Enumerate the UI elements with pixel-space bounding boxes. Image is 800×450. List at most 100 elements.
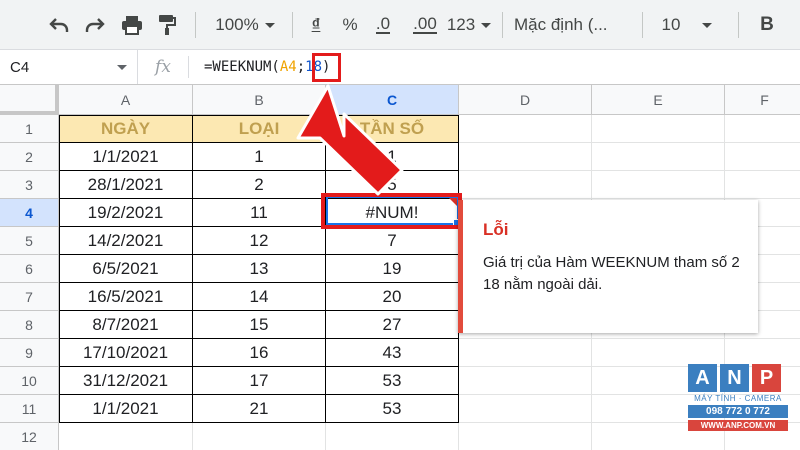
- undo-icon[interactable]: [42, 0, 76, 50]
- formula-highlight-box: [312, 53, 341, 82]
- row-header-6[interactable]: 6: [0, 255, 59, 283]
- row-header-11[interactable]: 11: [0, 395, 59, 423]
- table-cell[interactable]: [459, 171, 592, 199]
- table-cell[interactable]: [459, 115, 592, 143]
- logo-letter: A: [688, 364, 717, 392]
- row-header-4[interactable]: 4: [0, 199, 59, 227]
- table-cell[interactable]: 15: [193, 311, 326, 339]
- table-cell[interactable]: 20: [326, 283, 459, 311]
- table-cell[interactable]: 1/1/2021: [59, 143, 193, 171]
- table-cell[interactable]: 19/2/2021: [59, 199, 193, 227]
- table-cell[interactable]: [725, 339, 800, 367]
- table-cell[interactable]: [592, 115, 725, 143]
- table-cell[interactable]: 6/5/2021: [59, 255, 193, 283]
- table-cell[interactable]: [59, 423, 193, 450]
- table-cell[interactable]: 12: [193, 227, 326, 255]
- table-cell[interactable]: 1/1/2021: [59, 395, 193, 423]
- toolbar-separator: [292, 12, 293, 38]
- table-cell[interactable]: 28/1/2021: [59, 171, 193, 199]
- percent-format-button[interactable]: %: [334, 0, 366, 50]
- table-cell[interactable]: 27: [326, 311, 459, 339]
- row-header-3[interactable]: 3: [0, 171, 59, 199]
- name-box[interactable]: C4: [0, 50, 138, 84]
- table-cell[interactable]: [459, 395, 592, 423]
- table-cell[interactable]: 17: [193, 367, 326, 395]
- table-cell[interactable]: [459, 143, 592, 171]
- increase-decimal-button[interactable]: .00: [406, 0, 444, 50]
- font-family-value: Mặc định (...: [514, 15, 608, 34]
- row-header-8[interactable]: 8: [0, 311, 59, 339]
- chevron-down-icon: [117, 65, 127, 70]
- table-cell[interactable]: 53: [326, 395, 459, 423]
- logo-letter: N: [720, 364, 749, 392]
- select-all-corner[interactable]: [0, 85, 59, 115]
- chevron-down-icon: [481, 22, 492, 28]
- formula-ref: A4: [279, 59, 297, 75]
- table-cell[interactable]: 13: [193, 255, 326, 283]
- font-size-select[interactable]: 10: [652, 0, 722, 50]
- table-cell[interactable]: [725, 115, 800, 143]
- table-cell[interactable]: [725, 143, 800, 171]
- table-cell[interactable]: 31/12/2021: [59, 367, 193, 395]
- logo-website: WWW.ANP.COM.VN: [688, 420, 788, 431]
- row-header-12[interactable]: 12: [0, 423, 59, 450]
- formula-divider: [188, 56, 189, 78]
- toolbar-separator: [502, 12, 503, 38]
- paint-format-icon[interactable]: [150, 0, 184, 50]
- bold-button[interactable]: B: [750, 0, 784, 50]
- row-header-7[interactable]: 7: [0, 283, 59, 311]
- font-family-select[interactable]: Mặc định (...: [514, 0, 634, 50]
- table-cell[interactable]: [459, 339, 592, 367]
- table-cell[interactable]: 11: [193, 199, 326, 227]
- table-cell[interactable]: 14/2/2021: [59, 227, 193, 255]
- table-cell[interactable]: 16/5/2021: [59, 283, 193, 311]
- table-cell[interactable]: [459, 423, 592, 450]
- table-cell[interactable]: 14: [193, 283, 326, 311]
- table-cell[interactable]: [725, 171, 800, 199]
- table-cell[interactable]: 16: [193, 339, 326, 367]
- table-cell[interactable]: 17/10/2021: [59, 339, 193, 367]
- font-size-value: 10: [661, 15, 681, 34]
- table-cell[interactable]: [326, 423, 459, 450]
- currency-format-button[interactable]: ₫: [300, 0, 332, 50]
- table-header-cell[interactable]: NGÀY: [59, 115, 193, 143]
- table-cell[interactable]: [459, 367, 592, 395]
- row-header-9[interactable]: 9: [0, 339, 59, 367]
- more-formats-button[interactable]: 123: [444, 0, 494, 50]
- table-cell[interactable]: 43: [326, 339, 459, 367]
- redo-icon[interactable]: [78, 0, 112, 50]
- error-title: Lỗi: [483, 220, 509, 239]
- error-tooltip: Lỗi Giá trị của Hàm WEEKNUM tham số 2 18…: [458, 200, 758, 333]
- table-cell[interactable]: [592, 143, 725, 171]
- table-cell[interactable]: [592, 171, 725, 199]
- decrease-decimal-button[interactable]: .0: [368, 0, 398, 50]
- chevron-down-icon: [264, 22, 275, 28]
- name-box-value: C4: [10, 58, 30, 76]
- print-icon[interactable]: [115, 0, 149, 50]
- column-header-e[interactable]: E: [592, 85, 725, 115]
- table-cell[interactable]: 8/7/2021: [59, 311, 193, 339]
- toolbar-separator: [738, 12, 739, 38]
- table-border: [59, 115, 60, 423]
- column-header-f[interactable]: F: [725, 85, 800, 115]
- row-header-2[interactable]: 2: [0, 143, 59, 171]
- table-cell[interactable]: [592, 339, 725, 367]
- column-header-d[interactable]: D: [459, 85, 592, 115]
- logo-letter: P: [752, 364, 781, 392]
- column-header-a[interactable]: A: [59, 85, 193, 115]
- row-header-10[interactable]: 10: [0, 367, 59, 395]
- table-cell[interactable]: 7: [326, 227, 459, 255]
- table-cell[interactable]: [193, 423, 326, 450]
- table-cell[interactable]: 21: [193, 395, 326, 423]
- toolbar: 100% ₫ % .0 .00 123 Mặc định (... 10 B: [0, 0, 800, 50]
- row-header-5[interactable]: 5: [0, 227, 59, 255]
- row-header-1[interactable]: 1: [0, 115, 59, 143]
- logo-phone: 098 772 0 772: [688, 405, 788, 418]
- table-cell[interactable]: 19: [326, 255, 459, 283]
- logo-letters: A N P: [688, 364, 788, 392]
- zoom-value: 100%: [215, 15, 259, 34]
- fx-icon: fx: [155, 57, 171, 77]
- table-cell[interactable]: 53: [326, 367, 459, 395]
- chevron-down-icon: [702, 22, 713, 28]
- zoom-select[interactable]: 100%: [206, 0, 284, 50]
